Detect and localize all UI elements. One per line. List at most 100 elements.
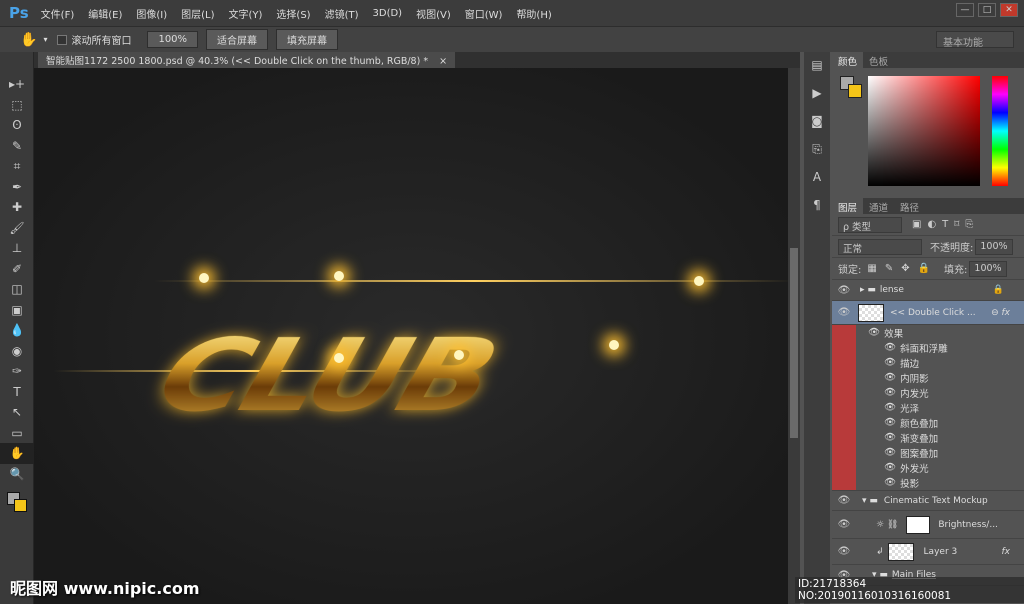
effect-item[interactable]: 👁 外发光 [856, 460, 1024, 475]
menu-3d[interactable]: 3D(D) [373, 8, 403, 19]
tab-swatches[interactable]: 色板 [863, 52, 894, 68]
panel-icon-strip: ▤ ▶ ◙ ⎘ A ¶ [804, 52, 830, 604]
zoom-100-button[interactable]: 100% [147, 31, 199, 48]
character-icon[interactable]: A [804, 170, 830, 192]
color-field[interactable] [868, 76, 980, 186]
menu-image[interactable]: 图像(I) [136, 6, 167, 21]
stamp-tool[interactable]: ⊥ [0, 238, 34, 259]
menu-view[interactable]: 视图(V) [416, 6, 451, 21]
effect-item[interactable]: 👁 内发光 [856, 385, 1024, 400]
shape-tool[interactable]: ▭ [0, 423, 34, 444]
gradient-tool[interactable]: ▣ [0, 300, 34, 321]
pen-tool[interactable]: ✑ [0, 361, 34, 382]
filter-icons[interactable]: ▣◐T⌑⎘ [912, 219, 979, 230]
fill-screen-button[interactable]: 填充屏幕 [276, 29, 339, 50]
dodge-tool[interactable]: ◉ [0, 341, 34, 362]
crop-tool[interactable]: ⌗ [0, 156, 34, 177]
eye-icon[interactable]: 👁 [832, 495, 856, 506]
effect-label: 图案叠加 [900, 448, 939, 460]
effect-label: 内阴影 [900, 373, 929, 385]
menu-layer[interactable]: 图层(L) [181, 6, 214, 21]
right-panels: 颜色 色板 图层 通道 路径 ρ 类型 ▣◐T⌑⎘ 正常 不透明度: 100% 锁定:… [832, 52, 1024, 604]
eye-icon[interactable]: 👁 [832, 285, 856, 296]
zoom-tool[interactable]: 🔍 [0, 464, 34, 485]
layer-name: lense [879, 285, 904, 295]
eyedropper-tool[interactable]: ✒ [0, 177, 34, 198]
effect-item[interactable]: 👁 光泽 [856, 400, 1024, 415]
type-tool[interactable]: T [0, 382, 34, 403]
document-title: 智能贴图1172 2500 1800.psd @ 40.3% (<< Doubl… [46, 56, 429, 67]
eraser-tool[interactable]: ◫ [0, 279, 34, 300]
hue-slider[interactable] [992, 76, 1008, 186]
menu-type[interactable]: 文字(Y) [229, 6, 263, 21]
tab-color[interactable]: 颜色 [832, 52, 864, 68]
layer-row-selected[interactable]: 👁 << Double Click ... ⊖ fx [832, 301, 1024, 325]
tab-channels[interactable]: 通道 [863, 198, 894, 214]
fx-icon: fx [1001, 546, 1011, 557]
layer-row[interactable]: 👁 ↲ Layer 3 fx [832, 539, 1024, 565]
vertical-scrollbar[interactable] [788, 68, 800, 604]
maximize-button[interactable]: □ [978, 3, 996, 17]
workspace-select[interactable]: 基本功能 [936, 31, 1014, 49]
menu-select[interactable]: 选择(S) [276, 6, 310, 21]
move-tool[interactable]: ▸+ [0, 74, 34, 95]
eye-icon[interactable]: 👁 [832, 519, 856, 530]
layer-row[interactable]: 👁 ▸ ▬ lense 🔒 [832, 280, 1024, 301]
hand-tool[interactable]: ✋ [0, 443, 34, 464]
blend-mode-select[interactable]: 正常 [838, 238, 922, 255]
tab-paths[interactable]: 路径 [894, 198, 925, 214]
layer-group-row[interactable]: 👁 ▾ ▬ Cinematic Text Mockup [832, 490, 1024, 511]
healing-tool[interactable]: ✚ [0, 197, 34, 218]
brush-presets-icon[interactable]: ⎘ [804, 142, 830, 164]
eye-icon[interactable]: 👁 [832, 307, 856, 318]
menu-edit[interactable]: 编辑(E) [88, 6, 122, 21]
effects-header[interactable]: 👁 效果 [856, 325, 1024, 340]
chevron-down-icon[interactable]: ▾ [43, 35, 47, 44]
scroll-all-checkbox[interactable] [57, 34, 68, 45]
effect-item[interactable]: 👁 斜面和浮雕 [856, 340, 1024, 355]
effect-item[interactable]: 👁 描边 [856, 355, 1024, 370]
fill-input[interactable]: 100% [969, 260, 1007, 277]
lock-label: 锁定: [838, 265, 862, 276]
history-icon[interactable]: ▤ [804, 58, 830, 80]
document-tab[interactable]: 智能贴图1172 2500 1800.psd @ 40.3% (<< Doubl… [38, 52, 456, 68]
paragraph-icon[interactable]: ¶ [804, 198, 830, 220]
brush-tool[interactable]: 🖌 [0, 218, 34, 239]
club-artwork-text: CLUB [144, 316, 509, 434]
effect-label: 光泽 [900, 403, 920, 415]
opacity-input[interactable]: 100% [975, 238, 1013, 255]
effect-item[interactable]: 👁 渐变叠加 [856, 430, 1024, 445]
canvas[interactable]: CLUB [34, 68, 794, 604]
mask-thumbnail [906, 515, 931, 534]
effect-label: 渐变叠加 [900, 433, 939, 445]
adjustments-icon[interactable]: ◙ [804, 114, 830, 136]
effect-item[interactable]: 👁 内阴影 [856, 370, 1024, 385]
menu-filter[interactable]: 滤镜(T) [325, 6, 359, 21]
effect-item[interactable]: 👁 颜色叠加 [856, 415, 1024, 430]
effect-item[interactable]: 👁 投影 [856, 475, 1024, 490]
fit-screen-button[interactable]: 适合屏幕 [206, 29, 269, 50]
lock-icons[interactable]: ▦✎✥🔒 [867, 263, 938, 274]
menu-help[interactable]: 帮助(H) [516, 6, 551, 21]
minimize-button[interactable]: — [956, 3, 974, 17]
marquee-tool[interactable]: ⬚ [0, 95, 34, 116]
actions-play-icon[interactable]: ▶ [804, 86, 830, 108]
color-swatches[interactable] [0, 484, 33, 514]
history-brush-tool[interactable]: ✐ [0, 259, 34, 280]
background-color[interactable] [848, 84, 862, 98]
path-select-tool[interactable]: ↖ [0, 402, 34, 423]
quick-select-tool[interactable]: ✎ [0, 136, 34, 157]
hand-tool-icon[interactable]: ✋ [20, 32, 37, 48]
eye-icon[interactable]: 👁 [832, 546, 856, 557]
close-button[interactable]: ✕ [1000, 3, 1018, 17]
tab-layers[interactable]: 图层 [832, 198, 864, 214]
menu-file[interactable]: 文件(F) [41, 6, 75, 21]
close-tab-icon[interactable]: × [439, 56, 447, 67]
blur-tool[interactable]: 💧 [0, 320, 34, 341]
layer-filter-select[interactable]: ρ 类型 [838, 216, 902, 233]
lasso-tool[interactable]: ʘ [0, 115, 34, 136]
adjustment-icon: ☼ ⛓ [876, 519, 899, 530]
layer-row[interactable]: 👁 ☼ ⛓ Brightness/... [832, 511, 1024, 539]
effect-item[interactable]: 👁 图案叠加 [856, 445, 1024, 460]
menu-window[interactable]: 窗口(W) [465, 6, 503, 21]
